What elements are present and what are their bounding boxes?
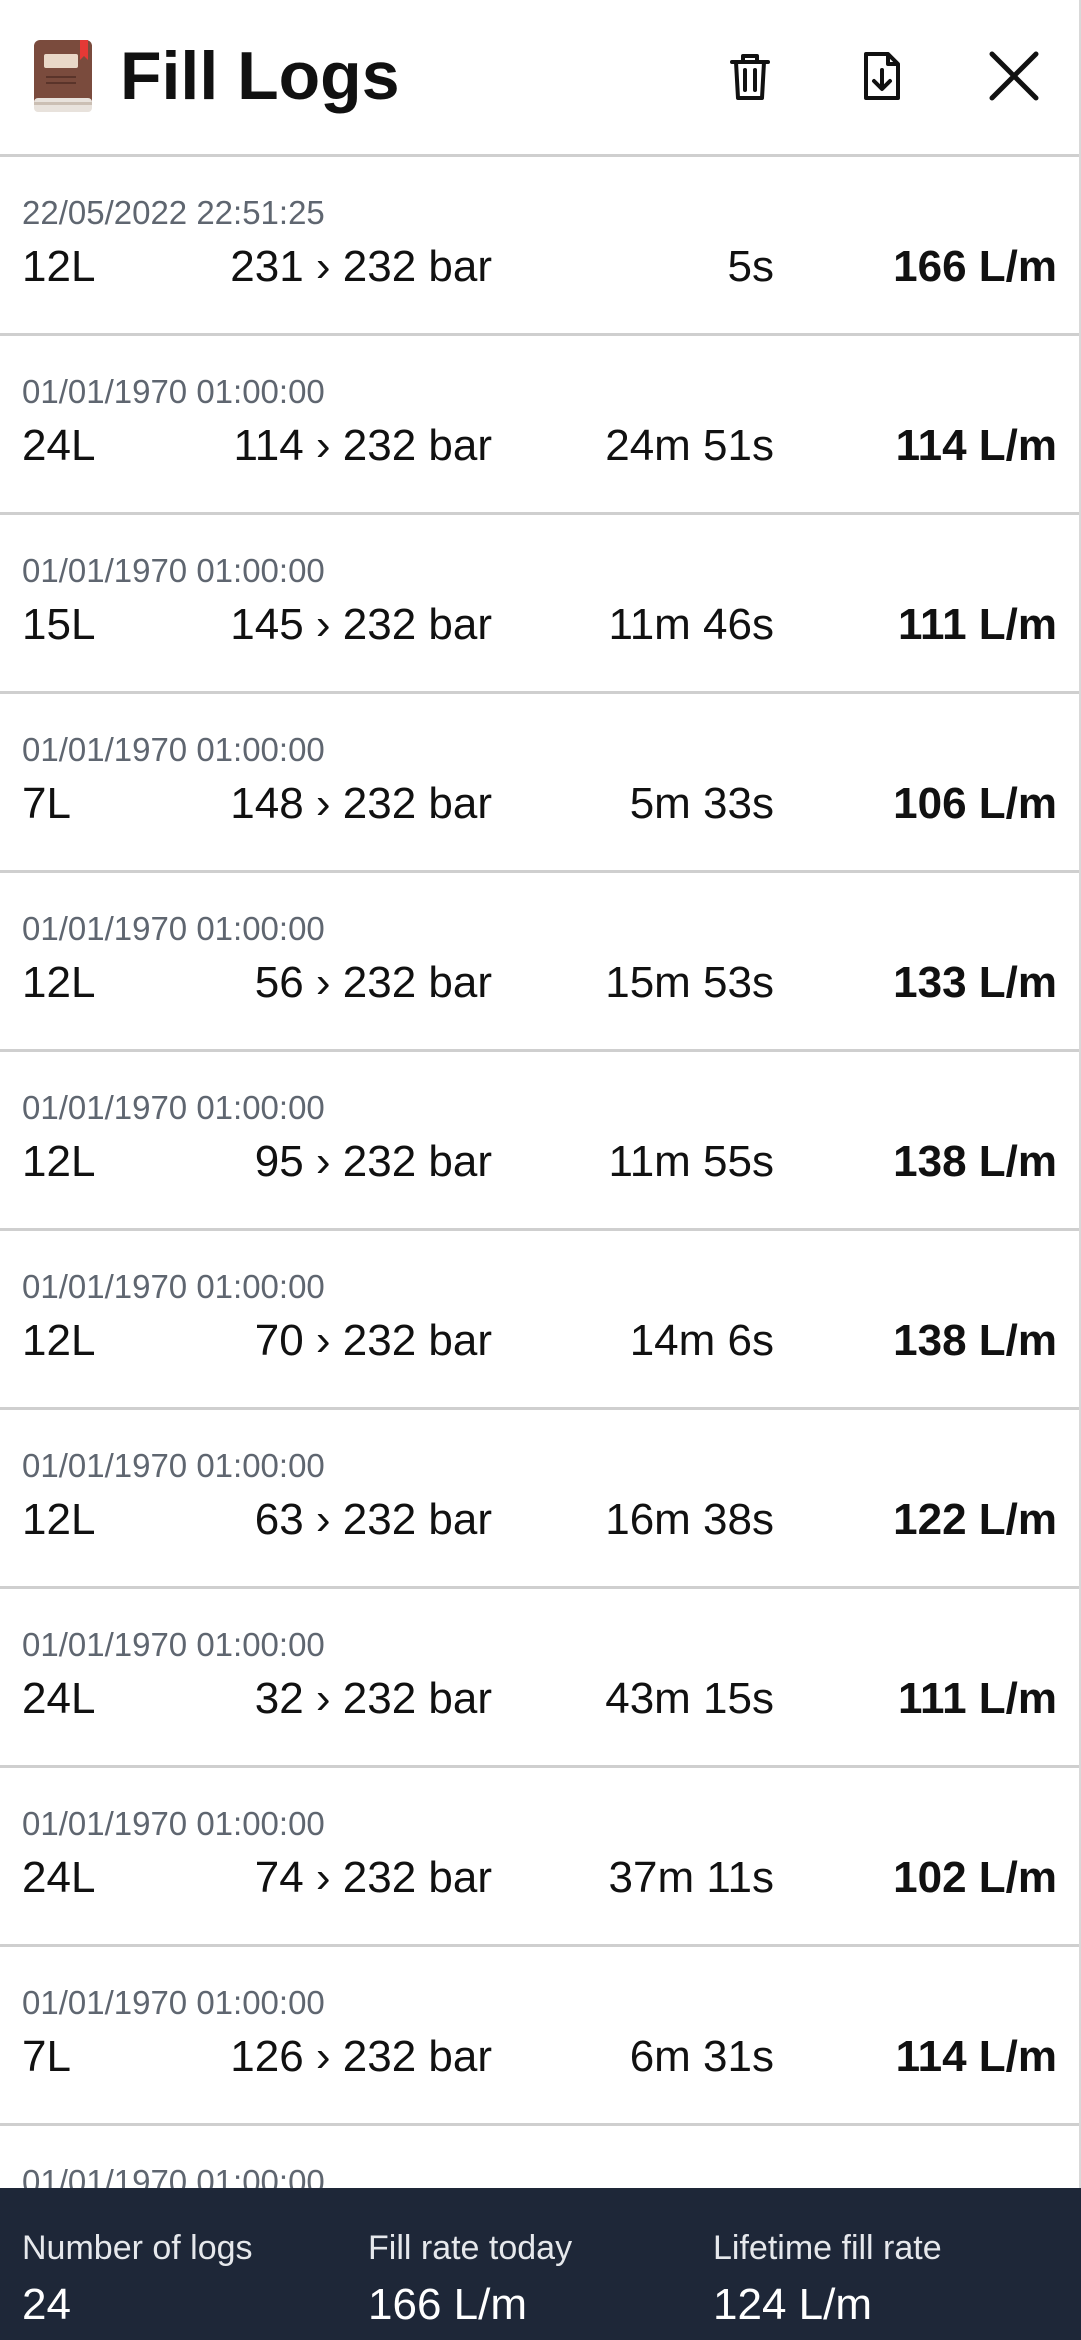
stat-label: Number of logs: [22, 2229, 253, 2267]
log-date: 01/01/1970 01:00:00: [22, 1805, 325, 1842]
log-date: 01/01/1970 01:00:00: [22, 1268, 325, 1305]
log-pressure: 148 › 232 bar: [230, 779, 492, 828]
log-volume: 7L: [22, 779, 71, 828]
stat-label: Fill rate today: [368, 2229, 573, 2267]
log-fill-rate: 138 L/m: [893, 1137, 1057, 1186]
list-item[interactable]: 01/01/1970 01:00:00 24L 74 › 232 bar 37m 11…: [0, 1768, 1079, 1947]
log-duration: 5m 33s: [629, 779, 774, 828]
log-pressure: 63 › 232 bar: [254, 1495, 492, 1544]
log-volume: 12L: [22, 1495, 96, 1544]
log-pressure: 32 › 232 bar: [254, 1674, 492, 1723]
log-date: 01/01/1970 01:00:00: [22, 1984, 325, 2021]
page-title: Fill Logs: [120, 38, 400, 114]
log-duration: 11m 55s: [608, 1137, 775, 1186]
header-bar: Fill Logs: [0, 0, 1079, 157]
log-pressure: 56 › 232 bar: [254, 958, 492, 1007]
log-duration: 5s: [727, 242, 774, 291]
log-duration: 43m 15s: [605, 1674, 774, 1723]
list-item[interactable]: 01/01/1970 01:00:00 24L 32 › 232 bar 43m 15…: [0, 1589, 1079, 1768]
stat-value: 166 L/m: [368, 2280, 527, 2329]
log-fill-rate: 138 L/m: [893, 1316, 1057, 1365]
close-icon: [989, 51, 1039, 101]
list-item[interactable]: 01/01/1970 01:00:00 12L 95 › 232 bar 11m 55…: [0, 1052, 1079, 1231]
log-pressure: 231 › 232 bar: [230, 242, 492, 291]
book-icon: [30, 38, 96, 114]
log-date: 01/01/1970 01:00:00: [22, 731, 325, 768]
list-item[interactable]: 01/01/1970 01:00:00 15L 145 › 232 bar 11m 4…: [0, 515, 1079, 694]
fill-logs-screen: Fill Logs 22/05/2022 22:51:25 12L 231 › 23…: [0, 0, 1081, 2340]
delete-button[interactable]: [714, 40, 786, 112]
log-duration: 16m 38s: [605, 1495, 774, 1544]
list-item[interactable]: 22/05/2022 22:51:25 12L 231 › 232 bar 5s 166…: [0, 157, 1079, 336]
log-date: 01/01/1970 01:00:00: [22, 1626, 325, 1663]
log-fill-rate: 114 L/m: [895, 421, 1057, 470]
log-pressure: 114 › 232 bar: [233, 421, 492, 470]
fill-log-list[interactable]: 22/05/2022 22:51:25 12L 231 › 232 bar 5s 166…: [0, 157, 1079, 2305]
log-date: 01/01/1970 01:00:00: [22, 373, 325, 410]
log-fill-rate: 111 L/m: [897, 1674, 1057, 1723]
log-date: 22/05/2022 22:51:25: [22, 194, 325, 231]
trash-icon: [730, 54, 770, 100]
list-item[interactable]: 01/01/1970 01:00:00 7L 148 › 232 bar 5m 33s…: [0, 694, 1079, 873]
log-date: 01/01/1970 01:00:00: [22, 1447, 325, 1484]
log-duration: 11m 46s: [608, 600, 775, 649]
log-volume: 12L: [22, 1137, 96, 1186]
log-fill-rate: 166 L/m: [893, 242, 1057, 291]
list-item[interactable]: 01/01/1970 01:00:00 12L 63 › 232 bar 16m 38…: [0, 1410, 1079, 1589]
log-pressure: 126 › 232 bar: [230, 2032, 492, 2081]
log-date: 01/01/1970 01:00:00: [22, 552, 325, 589]
list-item[interactable]: 01/01/1970 01:00:00 24L 114 › 232 bar 24m 5…: [0, 336, 1079, 515]
log-fill-rate: 111 L/m: [897, 600, 1057, 649]
stat-label: Lifetime fill rate: [713, 2229, 942, 2267]
export-button[interactable]: [846, 40, 918, 112]
log-pressure: 74 › 232 bar: [254, 1853, 492, 1902]
log-duration: 24m 51s: [605, 421, 774, 470]
stat-value: 124 L/m: [713, 2280, 872, 2329]
list-item[interactable]: 01/01/1970 01:00:00 12L 70 › 232 bar 14m 6s…: [0, 1231, 1079, 1410]
log-fill-rate: 106 L/m: [893, 779, 1057, 828]
list-item[interactable]: 01/01/1970 01:00:00 7L 126 › 232 bar 6m 31s…: [0, 1947, 1079, 2126]
log-duration: 6m 31s: [629, 2032, 774, 2081]
log-fill-rate: 102 L/m: [893, 1853, 1057, 1902]
close-button[interactable]: [978, 40, 1050, 112]
log-fill-rate: 133 L/m: [893, 958, 1057, 1007]
log-volume: 24L: [22, 1674, 96, 1723]
log-pressure: 145 › 232 bar: [230, 600, 492, 649]
log-fill-rate: 114 L/m: [895, 2032, 1057, 2081]
log-volume: 24L: [22, 421, 96, 470]
log-volume: 12L: [22, 1316, 96, 1365]
log-duration: 37m 11s: [608, 1853, 775, 1902]
log-pressure: 95 › 232 bar: [254, 1137, 492, 1186]
summary-footer: Number of logs 24 Fill rate today 166 L/…: [0, 2188, 1081, 2340]
log-date: 01/01/1970 01:00:00: [22, 1089, 325, 1126]
stat-value: 24: [22, 2280, 71, 2329]
file-download-icon: [864, 52, 900, 100]
log-volume: 12L: [22, 958, 96, 1007]
list-item[interactable]: 01/01/1970 01:00:00 12L 56 › 232 bar 15m 53…: [0, 873, 1079, 1052]
log-volume: 7L: [22, 2032, 71, 2081]
log-fill-rate: 122 L/m: [893, 1495, 1057, 1544]
log-pressure: 70 › 232 bar: [254, 1316, 492, 1365]
log-volume: 15L: [22, 600, 96, 649]
log-duration: 15m 53s: [605, 958, 774, 1007]
log-date: 01/01/1970 01:00:00: [22, 910, 325, 947]
log-volume: 12L: [22, 242, 96, 291]
log-duration: 14m 6s: [629, 1316, 774, 1365]
log-volume: 24L: [22, 1853, 96, 1902]
